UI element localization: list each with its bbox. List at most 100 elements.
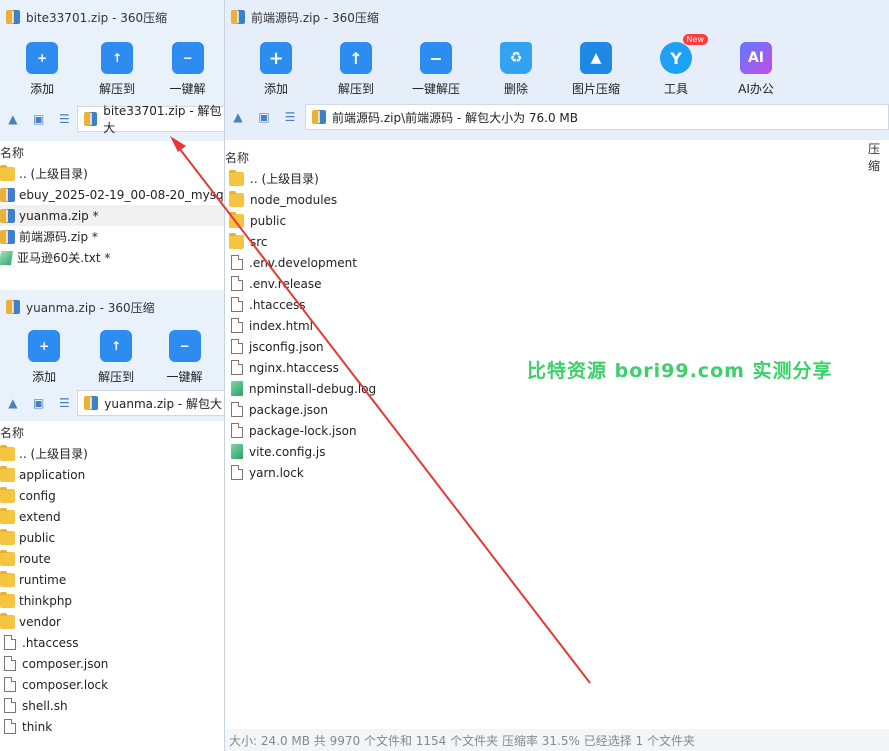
list-item[interactable]: node_modules xyxy=(229,189,889,210)
list-item[interactable]: shell.sh xyxy=(0,695,225,716)
list-view-icon[interactable]: ☰ xyxy=(283,110,297,124)
file-list: 名称 .. (上级目录) ebuy_2025-02-19_00-08-20_my… xyxy=(0,141,225,290)
extract-to-button[interactable]: ↑ 解压到 xyxy=(84,42,150,97)
list-view-icon[interactable]: ☰ xyxy=(58,112,72,126)
window-title: yuanma.zip - 360压缩 xyxy=(26,300,155,315)
path-box[interactable]: 前端源码.zip\前端源码 - 解包大小为 76.0 MB xyxy=(305,104,889,130)
list-item[interactable]: public xyxy=(229,210,889,231)
window-yuanma: yuanma.zip - 360压缩 + 添加 ↑ 解压到 − 一键解 ▲ ▣ … xyxy=(0,290,225,751)
path-box[interactable]: yuanma.zip - 解包大 xyxy=(77,390,225,416)
one-click-extract-icon: − xyxy=(420,42,452,74)
up-arrow-icon[interactable]: ▲ xyxy=(6,396,20,410)
folder-icon xyxy=(229,169,244,186)
list-item[interactable]: 前端源码.zip * xyxy=(0,226,225,247)
add-button[interactable]: + 添加 xyxy=(241,42,311,97)
image-compress-button[interactable]: ▲ 图片压缩 xyxy=(561,42,631,97)
thumbnail-view-icon[interactable]: ▣ xyxy=(257,110,271,124)
zip-icon xyxy=(0,229,15,244)
list-item[interactable]: composer.json xyxy=(0,653,225,674)
title-bar: bite33701.zip - 360压缩 xyxy=(0,0,225,34)
extract-to-button[interactable]: ↑ 解压到 xyxy=(311,42,401,97)
file-icon xyxy=(4,698,16,713)
column-header-name[interactable]: 名称 xyxy=(225,149,249,166)
list-item[interactable]: .env.release xyxy=(229,273,889,294)
list-item[interactable]: application xyxy=(0,464,225,485)
column-header-ratio[interactable]: 压缩 xyxy=(868,140,889,174)
list-item[interactable]: vendor xyxy=(0,611,225,632)
list-item[interactable]: ebuy_2025-02-19_00-08-20_mysql_d xyxy=(0,184,225,205)
list-item[interactable]: think xyxy=(0,716,225,737)
delete-button[interactable]: ♻ 删除 xyxy=(471,42,561,97)
up-arrow-icon[interactable]: ▲ xyxy=(231,110,245,124)
thumbnail-view-icon[interactable]: ▣ xyxy=(32,112,46,126)
file-list: 名称 .. (上级目录) application config extend p… xyxy=(0,421,225,751)
path-box[interactable]: bite33701.zip - 解包大 xyxy=(77,104,225,135)
file-icon xyxy=(4,656,16,671)
list-item[interactable]: .. (上级目录) xyxy=(229,168,889,189)
list-item[interactable]: .env.development xyxy=(229,252,889,273)
up-arrow-icon[interactable]: ▲ xyxy=(6,112,20,126)
nav-bar: ▲ ▣ ☰ 前端源码.zip\前端源码 - 解包大小为 76.0 MB xyxy=(225,102,889,132)
list-item[interactable]: src xyxy=(229,231,889,252)
file-icon xyxy=(231,402,243,417)
thumbnail-view-icon[interactable]: ▣ xyxy=(32,396,46,410)
list-item[interactable]: index.html xyxy=(229,315,889,336)
window-bite33701: bite33701.zip - 360压缩 + 添加 ↑ 解压到 − 一键解 ▲… xyxy=(0,0,225,290)
tools-button[interactable]: Y New 工具 xyxy=(631,34,721,97)
list-item[interactable]: package.json xyxy=(229,399,889,420)
list-item[interactable]: 亚马逊60关.txt * xyxy=(0,247,225,268)
folder-icon xyxy=(0,465,15,482)
list-view-icon[interactable]: ☰ xyxy=(58,396,72,410)
one-click-extract-button[interactable]: − 一键解 xyxy=(150,42,225,97)
folder-icon xyxy=(229,190,244,207)
extract-icon: ↑ xyxy=(340,42,372,74)
column-header-name[interactable]: 名称 xyxy=(0,141,225,163)
folder-icon xyxy=(0,528,15,545)
list-item[interactable]: runtime xyxy=(0,569,225,590)
add-icon: + xyxy=(260,42,292,74)
status-bar: 大小: 24.0 MB 共 9970 个文件和 1154 个文件夹 压缩率 31… xyxy=(225,729,889,751)
list-item[interactable]: route xyxy=(0,548,225,569)
file-icon xyxy=(231,465,243,480)
nav-bar: ▲ ▣ ☰ yuanma.zip - 解包大 xyxy=(0,388,225,418)
extract-to-button[interactable]: ↑ 解压到 xyxy=(88,330,144,385)
folder-icon xyxy=(0,612,15,629)
list-item[interactable]: package-lock.json xyxy=(229,420,889,441)
list-item[interactable]: .. (上级目录) xyxy=(0,443,225,464)
title-bar: yuanma.zip - 360压缩 xyxy=(0,290,225,324)
folder-icon xyxy=(0,570,15,587)
one-click-extract-icon: − xyxy=(168,330,201,362)
one-click-extract-button[interactable]: − 一键解压 xyxy=(401,42,471,97)
folder-icon xyxy=(0,486,15,503)
tools-icon: Y New xyxy=(660,34,708,74)
ai-office-button[interactable]: AI AI办公 xyxy=(721,42,791,97)
add-button[interactable]: + 添加 xyxy=(0,42,84,97)
file-icon xyxy=(231,339,243,354)
add-icon: + xyxy=(28,330,61,362)
list-item[interactable]: yarn.lock xyxy=(229,462,889,483)
add-button[interactable]: + 添加 xyxy=(0,330,88,385)
column-header-row: 名称 压缩 xyxy=(225,142,889,173)
one-click-extract-button[interactable]: − 一键解 xyxy=(144,330,225,385)
list-item[interactable]: .htaccess xyxy=(0,632,225,653)
nav-bar: ▲ ▣ ☰ bite33701.zip - 解包大 xyxy=(0,104,225,135)
list-item[interactable]: .htaccess xyxy=(229,294,889,315)
zip-icon xyxy=(6,300,20,314)
list-item[interactable]: .. (上级目录) xyxy=(0,163,225,184)
list-item[interactable]: thinkphp xyxy=(0,590,225,611)
list-item[interactable]: yuanma.zip * xyxy=(0,205,225,226)
list-item[interactable]: vite.config.js xyxy=(229,441,889,462)
list-item[interactable]: public xyxy=(0,527,225,548)
window-title: 前端源码.zip - 360压缩 xyxy=(251,10,379,25)
list-item[interactable]: config xyxy=(0,485,225,506)
file-icon xyxy=(231,423,243,438)
file-icon xyxy=(4,635,16,650)
list-item[interactable]: composer.lock xyxy=(0,674,225,695)
folder-icon xyxy=(0,444,15,461)
file-icon xyxy=(231,318,243,333)
column-header-name[interactable]: 名称 xyxy=(0,421,225,443)
add-icon: + xyxy=(26,42,59,74)
list-item[interactable]: extend xyxy=(0,506,225,527)
log-file-icon xyxy=(231,381,243,396)
list-item[interactable]: jsconfig.json xyxy=(229,336,889,357)
